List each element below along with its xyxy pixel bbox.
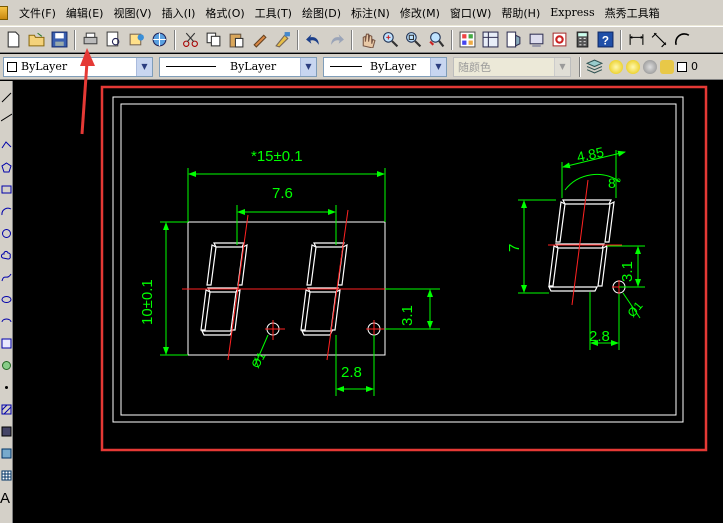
- centerlines-double: [182, 209, 398, 361]
- dim-single-dp-pitch: 2.8: [589, 328, 610, 345]
- dim-digit-pitch: 7.6: [272, 185, 293, 202]
- dim-single-height: 7: [506, 244, 523, 252]
- dimensions-double: [160, 168, 440, 396]
- dim-height: 10±0.1: [139, 279, 156, 325]
- dim-dp-pitch: 2.8: [341, 364, 362, 381]
- dim-single-dp-dia: Ø1: [625, 298, 646, 320]
- cad-drawing: *15±0.1 7.6 10±0.1 3.1 2.8 Ø1 4.85 8° 7 …: [112, 96, 684, 423]
- dim-single-dp-offset: 3.1: [619, 261, 636, 282]
- dim-single-width: 4.85: [575, 144, 605, 165]
- dim-dp-offset: 3.1: [399, 305, 416, 326]
- dim-dp-dia: Ø1: [248, 349, 268, 370]
- dim-total-width: *15±0.1: [251, 148, 303, 165]
- dim-slant-angle: 8°: [608, 175, 621, 191]
- dimensions-single: [518, 150, 645, 350]
